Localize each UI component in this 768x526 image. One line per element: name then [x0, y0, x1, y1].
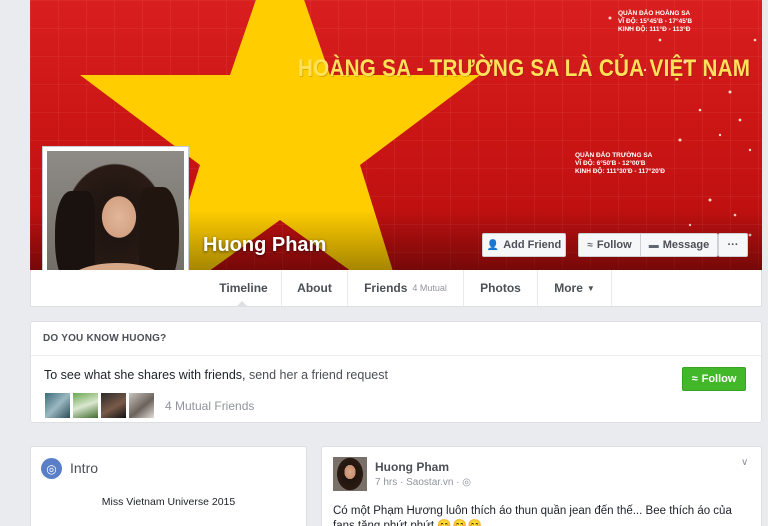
post-author-name[interactable]: Huong Pham: [375, 460, 449, 474]
message-label: Message: [662, 239, 710, 251]
rss-follow-icon: ≈: [587, 239, 593, 251]
tab-friends[interactable]: Friends 4 Mutual: [348, 270, 464, 306]
message-button[interactable]: ▬ Message: [640, 233, 718, 257]
rss-follow-icon: ≈: [691, 373, 698, 385]
post-source[interactable]: Saostar.vn: [406, 477, 453, 488]
timeline-post: Huong Pham 7 hrs · Saostar.vn · ◎ ∨ Có m…: [321, 446, 762, 526]
mutual-friend-thumb[interactable]: [128, 392, 155, 419]
prompt-text: To see what she shares with friends,: [44, 368, 249, 382]
post-author-avatar[interactable]: [333, 457, 367, 491]
add-friend-label: Add Friend: [503, 239, 562, 251]
tab-photos[interactable]: Photos: [464, 270, 538, 306]
follow-green-button[interactable]: ≈ Follow: [682, 367, 746, 391]
mutual-friend-thumb[interactable]: [100, 392, 127, 419]
intro-bio: Miss Vietnam Universe 2015: [101, 496, 236, 508]
intro-card: ◎ Intro Miss Vietnam Universe 2015: [30, 446, 307, 526]
mutual-friend-thumb[interactable]: [72, 392, 99, 419]
globe-icon: ◎: [41, 458, 62, 479]
add-friend-button[interactable]: 👤 Add Friend: [482, 233, 566, 257]
follow-label: Follow: [596, 239, 632, 251]
tab-friends-count: 4 Mutual: [412, 283, 447, 293]
post-meta: 7 hrs · Saostar.vn · ◎: [375, 477, 472, 488]
tab-about[interactable]: About: [282, 270, 348, 306]
emoji: 😊😊😊: [437, 520, 484, 526]
chevron-down-icon[interactable]: ∨: [741, 457, 748, 468]
friend-request-prompt: To see what she shares with friends, sen…: [44, 368, 388, 382]
post-time[interactable]: 7 hrs: [375, 477, 397, 488]
do-you-know-card: DO YOU KNOW HUONG? To see what she share…: [30, 321, 762, 423]
tab-more-label: More: [554, 281, 583, 295]
message-icon: ▬: [648, 239, 659, 251]
tab-timeline[interactable]: Timeline: [206, 270, 282, 307]
globe-icon: ◎: [462, 477, 472, 488]
profile-name[interactable]: Huong Pham: [203, 234, 326, 257]
more-dots-icon: ···: [727, 239, 739, 251]
post-text: Có một Phạm Hương luôn thích áo thun quầ…: [333, 504, 755, 526]
intro-title: Intro: [70, 460, 99, 476]
avatar: [47, 151, 184, 288]
caret-down-icon: ▼: [586, 283, 595, 293]
tab-more[interactable]: More ▼: [538, 270, 612, 306]
do-you-know-heading: DO YOU KNOW HUONG?: [31, 322, 761, 356]
add-friend-icon: 👤: [486, 239, 500, 251]
mutual-friends-link[interactable]: 4 Mutual Friends: [165, 399, 254, 413]
mutual-friends-thumbnails: [44, 392, 155, 419]
follow-green-label: Follow: [701, 373, 737, 385]
tab-friends-label: Friends: [364, 281, 408, 295]
more-options-button[interactable]: ···: [718, 233, 748, 257]
send-friend-request-link[interactable]: send her a friend request: [249, 368, 388, 382]
profile-tabs: Timeline About Friends 4 Mutual Photos M…: [30, 270, 762, 307]
mutual-friend-thumb[interactable]: [44, 392, 71, 419]
follow-button[interactable]: ≈ Follow: [578, 233, 640, 257]
